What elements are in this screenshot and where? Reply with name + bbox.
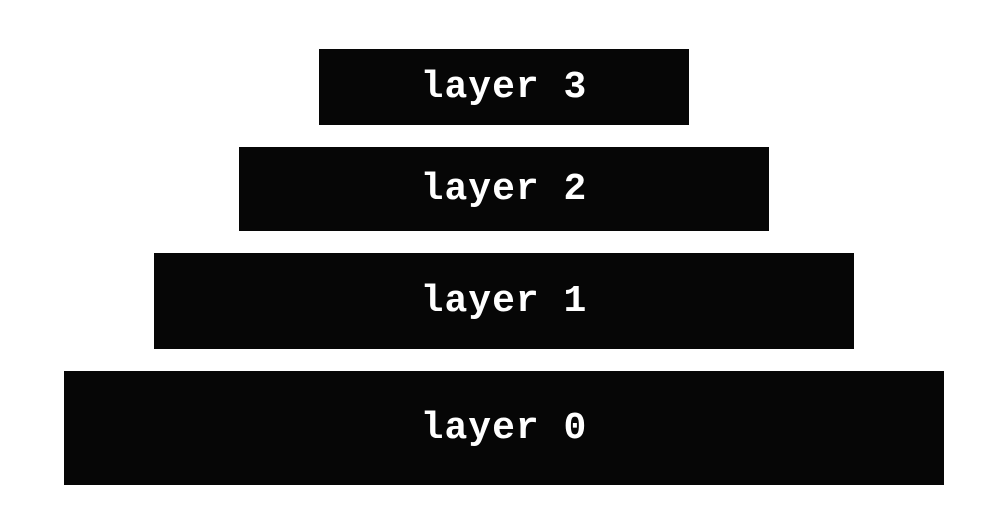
layer-2-label: layer 2 <box>421 168 588 211</box>
layer-0-label: layer 0 <box>421 407 588 450</box>
layer-0-block: layer 0 <box>64 371 944 485</box>
layer-1-block: layer 1 <box>154 253 854 349</box>
layer-1-label: layer 1 <box>421 280 588 323</box>
layer-2-block: layer 2 <box>239 147 769 231</box>
layer-3-block: layer 3 <box>319 49 689 125</box>
layer-3-label: layer 3 <box>421 66 588 109</box>
